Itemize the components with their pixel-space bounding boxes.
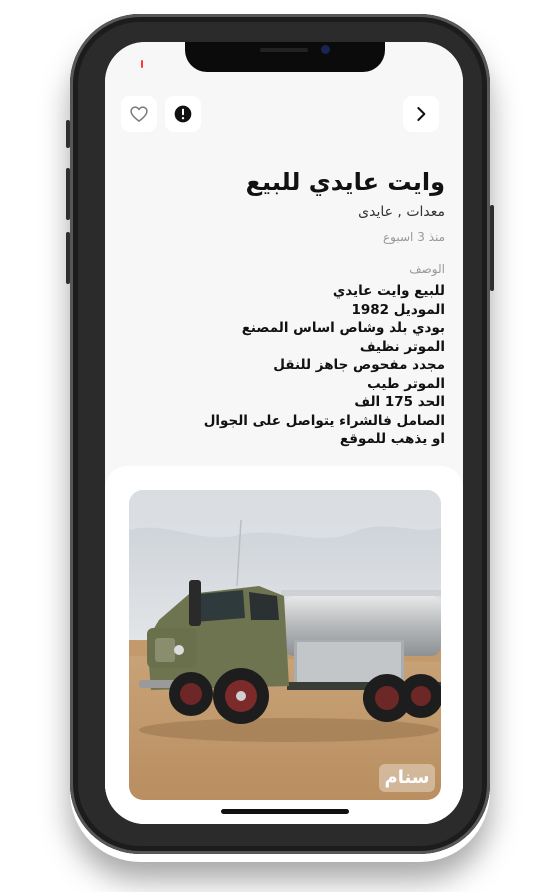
- earpiece-speaker: [260, 48, 308, 52]
- back-button[interactable]: [403, 96, 439, 132]
- favorite-button[interactable]: [121, 96, 157, 132]
- description-line: بودي بلد وشاص اساس المصنع: [241, 320, 445, 336]
- listing-title: وايت عايدي للبيع: [245, 168, 445, 196]
- status-bar-indicator: [141, 60, 143, 68]
- mute-switch: [66, 120, 70, 148]
- notch: [185, 42, 385, 72]
- alert-icon: [174, 105, 192, 123]
- top-bar: [105, 96, 463, 140]
- photo-card: سنام: [105, 466, 463, 824]
- description-line: او يذهب للموقع: [339, 431, 445, 447]
- home-indicator[interactable]: [221, 809, 349, 814]
- description-line: مجدد مفحوص جاهز للنقل: [273, 357, 445, 373]
- volume-up-button: [66, 168, 70, 220]
- description-line: للبيع وايت عايدي: [332, 283, 445, 299]
- description-line: الموديل 1982: [351, 301, 445, 318]
- power-button: [490, 205, 494, 291]
- heart-outline-icon: [130, 106, 148, 122]
- description-line: الصامل فالشراء يتواصل على الجوال: [203, 412, 445, 429]
- description-line: الحد 175 الف: [354, 394, 445, 410]
- description-line: الموتر نظيف: [359, 338, 445, 355]
- chevron-right-icon: [417, 107, 426, 121]
- description-label: الوصف: [409, 262, 445, 276]
- posted-time: منذ 3 اسبوع: [383, 230, 445, 244]
- truck-photo: [129, 490, 441, 800]
- front-camera: [321, 45, 330, 54]
- watermark-logo: سنام: [379, 764, 435, 792]
- screen: وايت عايدي للبيع معدات , عايدى منذ 3 اسب…: [105, 42, 463, 824]
- report-button[interactable]: [165, 96, 201, 132]
- volume-down-button: [66, 232, 70, 284]
- listing-categories[interactable]: معدات , عايدى: [358, 204, 445, 220]
- description-line: الموتر طيب: [367, 375, 445, 392]
- description: للبيع وايت عايدي الموديل 1982 بودي بلد و…: [204, 282, 445, 449]
- listing-photo[interactable]: سنام: [129, 490, 441, 800]
